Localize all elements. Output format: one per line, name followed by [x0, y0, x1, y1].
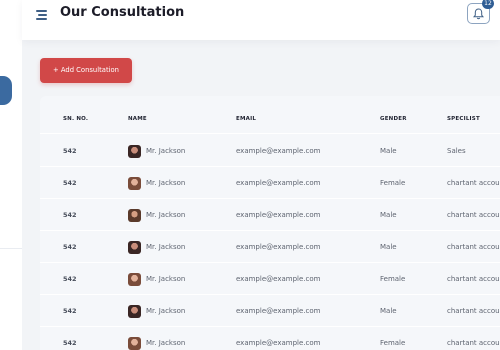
cell-specialist: Sales	[447, 147, 466, 155]
sidebar-active-indicator[interactable]	[0, 76, 12, 105]
cell-name: Mr. Jackson	[128, 231, 233, 263]
cell-sn: 542	[63, 243, 77, 251]
cell-sn: 542	[63, 275, 77, 283]
avatar	[128, 272, 141, 286]
cell-email: example@example.com	[236, 211, 321, 219]
table-header-row: SN. NO. NAME EMAIL GENDER SPECILIST	[40, 104, 500, 134]
column-header-email[interactable]: EMAIL	[236, 104, 376, 134]
cell-specialist: chartant accou	[447, 339, 500, 347]
cell-gender: Male	[380, 147, 397, 155]
name-text: Mr. Jackson	[146, 179, 186, 187]
page-title: Our Consultation	[60, 5, 185, 20]
cell-sn: 542	[63, 211, 77, 219]
column-header-name[interactable]: NAME	[128, 104, 233, 134]
cell-email: example@example.com	[236, 179, 321, 187]
name-text: Mr. Jackson	[146, 339, 186, 347]
cell-gender: Female	[380, 339, 406, 347]
hamburger-menu-icon[interactable]	[36, 8, 50, 22]
cell-specialist: chartant accou	[447, 307, 500, 315]
table-row[interactable]: 542 Mr. Jackson example@example.com Fema…	[40, 167, 500, 199]
cell-email: example@example.com	[236, 339, 321, 347]
add-consultation-button[interactable]: + Add Consultation	[40, 58, 132, 83]
cell-specialist: chartant accou	[447, 211, 500, 219]
cell-gender: Female	[380, 179, 406, 187]
consultation-page: Our Consultation 12 + Add Consultation S…	[0, 0, 500, 350]
column-header-gender[interactable]: GENDER	[380, 104, 445, 134]
sidebar-divider	[0, 248, 22, 249]
cell-email: example@example.com	[236, 147, 321, 155]
table-row[interactable]: 542 Mr. Jackson example@example.com Male…	[40, 231, 500, 263]
top-header: Our Consultation 12	[22, 0, 500, 40]
table-row[interactable]: 542 Mr. Jackson example@example.com Male…	[40, 135, 500, 167]
cell-gender: Female	[380, 275, 406, 283]
table-row[interactable]: 542 Mr. Jackson example@example.com Male…	[40, 199, 500, 231]
name-text: Mr. Jackson	[146, 243, 186, 251]
cell-specialist: chartant accou	[447, 243, 500, 251]
cell-name: Mr. Jackson	[128, 199, 233, 231]
avatar	[128, 240, 141, 254]
consultation-table: SN. NO. NAME EMAIL GENDER SPECILIST 542 …	[40, 96, 500, 350]
cell-gender: Male	[380, 307, 397, 315]
cell-sn: 542	[63, 307, 77, 315]
cell-specialist: chartant accou	[447, 275, 500, 283]
cell-email: example@example.com	[236, 275, 321, 283]
avatar	[128, 336, 141, 350]
column-header-specialist[interactable]: SPECILIST	[447, 104, 500, 134]
name-text: Mr. Jackson	[146, 275, 186, 283]
cell-gender: Male	[380, 243, 397, 251]
notification-count-badge: 12	[482, 0, 494, 9]
cell-specialist: chartant accou	[447, 179, 500, 187]
sidebar	[0, 0, 22, 350]
cell-name: Mr. Jackson	[128, 327, 233, 350]
table-row[interactable]: 542 Mr. Jackson example@example.com Fema…	[40, 263, 500, 295]
avatar	[128, 208, 141, 222]
cell-sn: 542	[63, 179, 77, 187]
bell-icon	[473, 8, 484, 20]
column-header-sn[interactable]: SN. NO.	[63, 104, 123, 134]
table-row[interactable]: 542 Mr. Jackson example@example.com Male…	[40, 295, 500, 327]
name-text: Mr. Jackson	[146, 147, 186, 155]
cell-gender: Male	[380, 211, 397, 219]
cell-sn: 542	[63, 339, 77, 347]
avatar	[128, 304, 141, 318]
name-text: Mr. Jackson	[146, 307, 186, 315]
cell-name: Mr. Jackson	[128, 295, 233, 327]
cell-email: example@example.com	[236, 307, 321, 315]
avatar	[128, 176, 141, 190]
name-text: Mr. Jackson	[146, 211, 186, 219]
avatar	[128, 144, 141, 158]
table-row[interactable]: 542 Mr. Jackson example@example.com Fema…	[40, 327, 500, 350]
cell-name: Mr. Jackson	[128, 167, 233, 199]
cell-name: Mr. Jackson	[128, 263, 233, 295]
cell-sn: 542	[63, 147, 77, 155]
cell-email: example@example.com	[236, 243, 321, 251]
cell-name: Mr. Jackson	[128, 135, 233, 167]
